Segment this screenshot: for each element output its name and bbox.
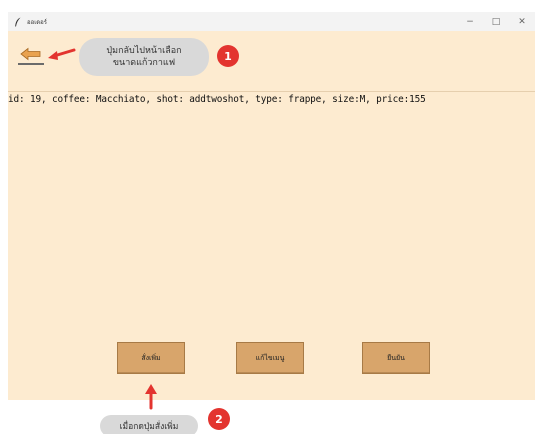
annotation-arrow-2 bbox=[145, 384, 157, 410]
callout-order-more: เมื่อกดปุ่มสั่งเพิ่ม bbox=[100, 415, 198, 434]
screenshot-root: ออเดอร์ − □ ✕ id: 19, coffee: Macchiato,… bbox=[0, 0, 535, 434]
step-badge-2: 2 bbox=[208, 408, 230, 430]
